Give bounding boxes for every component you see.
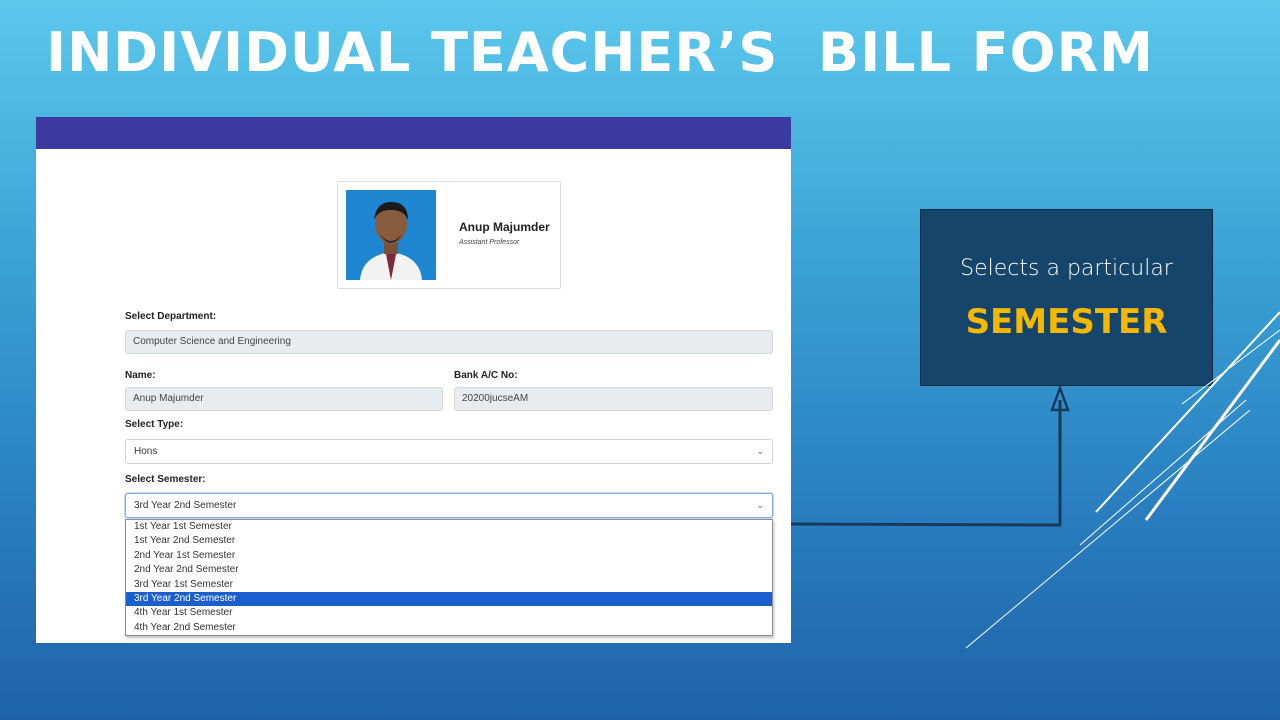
connector-arrow (790, 384, 1070, 527)
decorative-overlay (790, 311, 1280, 649)
decorative-lines (965, 311, 1280, 649)
